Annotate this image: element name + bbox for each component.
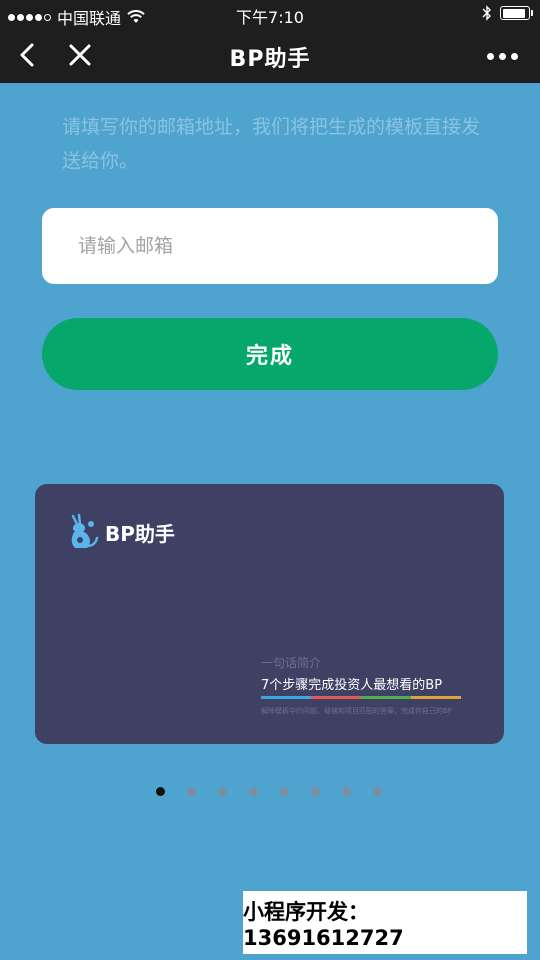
color-segment-3 [411,696,461,699]
status-right [482,5,533,21]
intro-text: 请填写你的邮箱地址，我们将把生成的模板直接发送给你。 [62,116,481,172]
color-segment-1 [311,696,361,699]
card-color-line [261,696,461,699]
more-dots-icon[interactable] [487,53,518,60]
kangaroo-logo-icon [71,513,99,548]
email-input[interactable] [42,208,498,284]
page-title: BP助手 [229,47,311,72]
color-segment-0 [261,696,311,699]
card-fine-print: 解除模板中的问题，替换和项目匹配的答案，完成你自己的BP [261,707,453,715]
battery-icon [500,6,533,20]
template-card[interactable]: BP助手 一句话简介 7个步骤完成投资人最想看的BP 解除模板中的问题，替换和项… [35,484,504,744]
carousel-dot-1[interactable] [156,787,165,796]
card-brand: BP助手 [105,521,175,546]
card-subtitle: 一句话简介 [261,656,322,670]
battery-fill [502,8,525,18]
nav-bar: BP助手 [0,28,540,83]
contact-watermark: 小程序开发：13691612727 [243,891,527,954]
carousel-dot-4[interactable] [249,787,258,796]
submit-button[interactable]: 完成 [42,318,498,390]
carousel-dot-3[interactable] [218,787,227,796]
bluetooth-icon [482,5,491,21]
carousel-dot-5[interactable] [280,787,289,796]
carousel-dot-2[interactable] [187,787,196,796]
card-logo: BP助手 [63,512,175,552]
carousel-indicator [156,787,382,796]
carousel-dot-6[interactable] [311,787,320,796]
carousel-dot-7[interactable] [342,787,351,796]
carousel-dot-8[interactable] [373,787,382,796]
card-tagline: 7个步骤完成投资人最想看的BP [261,678,443,693]
status-bar: 中国联通 下午7:10 [0,0,540,28]
status-time: 下午7:10 [236,8,304,27]
color-segment-2 [361,696,411,699]
